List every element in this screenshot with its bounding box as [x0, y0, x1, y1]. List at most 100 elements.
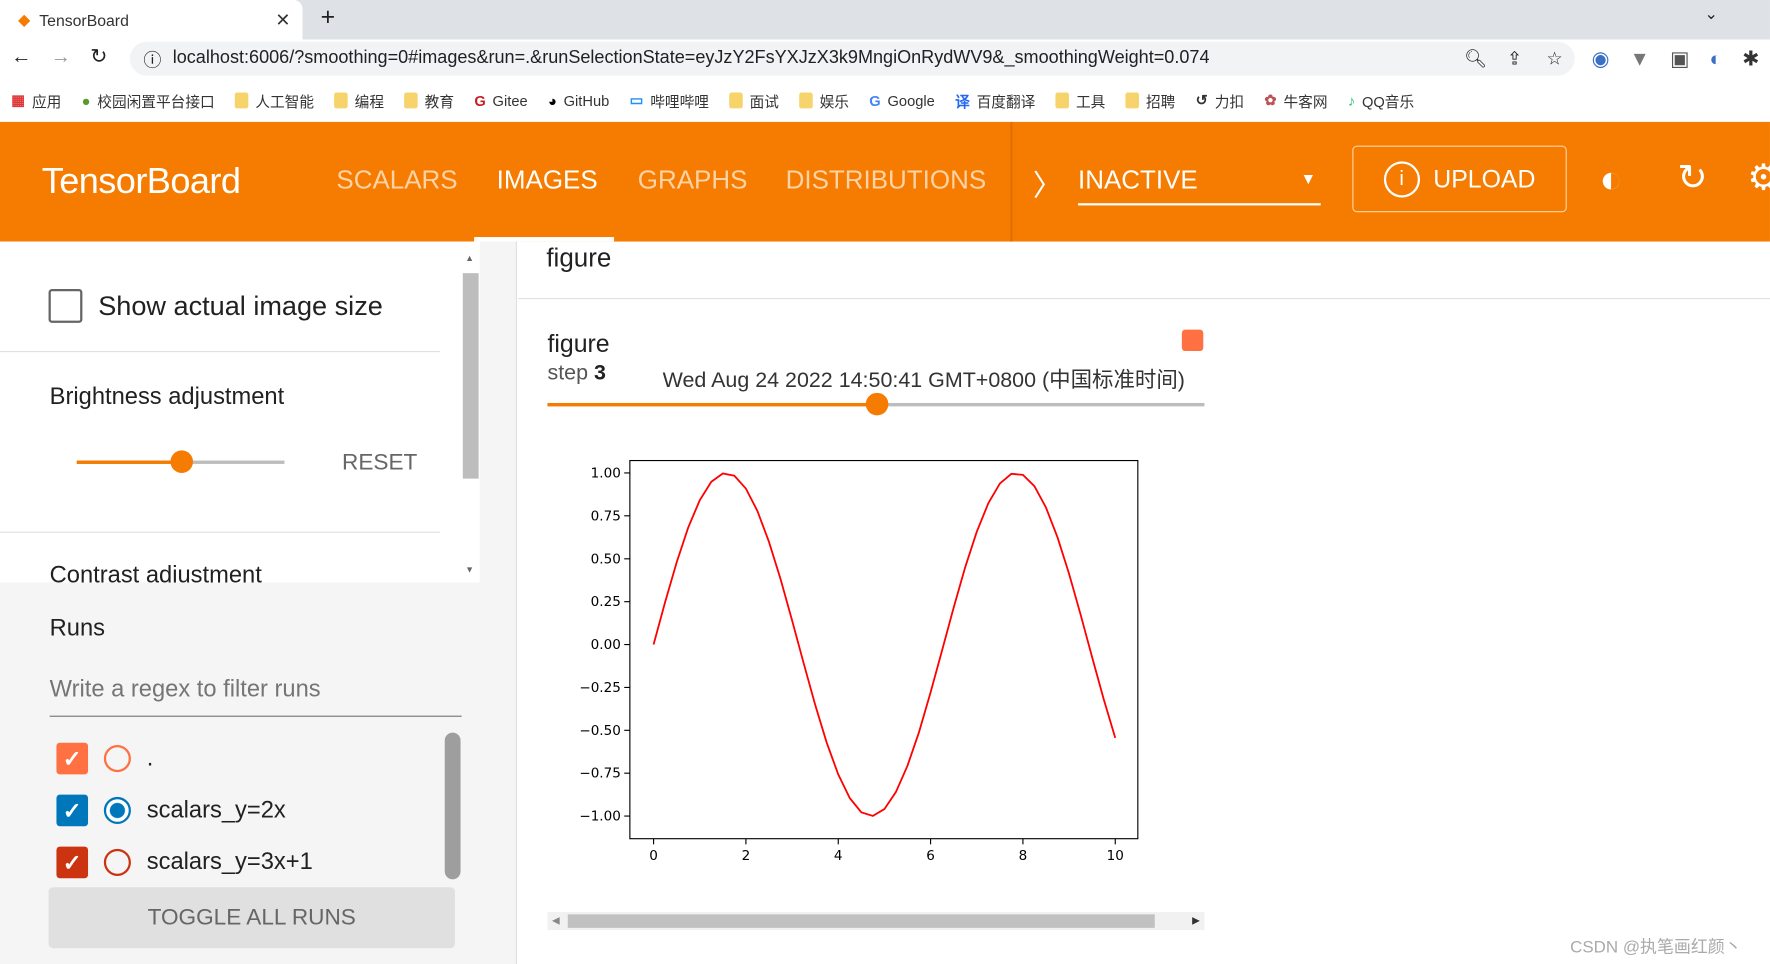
- image-card: figure step 3 Wed Aug 24 2022 14:50:41 G…: [547, 321, 1205, 964]
- bookmark-label: 力扣: [1214, 93, 1245, 111]
- bookmark-item[interactable]: ▦ 应用: [11, 90, 61, 111]
- slider-thumb[interactable]: [170, 450, 194, 473]
- puzzle-icon[interactable]: ✱: [1742, 47, 1759, 71]
- browser-tab[interactable]: ◆ TensorBoard ✕: [0, 0, 303, 40]
- run-filter-input[interactable]: Write a regex to filter runs: [49, 676, 462, 717]
- browser-window: ◆ TensorBoard ✕ + ⌄ ← → ↻ ⓘ localhost:6006/…: [0, 0, 1770, 964]
- watermark: CSDN @执笔画红颜丶: [1570, 938, 1742, 958]
- bookmark-site-icon: ↺: [1195, 91, 1208, 109]
- brightness-theme-icon[interactable]: ◐: [1600, 158, 1623, 202]
- folder-icon: [729, 92, 743, 109]
- x-tick-label: 6: [926, 848, 935, 864]
- show-actual-size-checkbox[interactable]: [48, 288, 83, 323]
- run-checkbox[interactable]: ✓: [56, 742, 89, 775]
- back-icon[interactable]: ←: [11, 45, 31, 69]
- extension-icon[interactable]: ◐: [1710, 47, 1722, 71]
- run-row[interactable]: ✓.: [56, 740, 153, 776]
- bookmark-item[interactable]: 译百度翻译: [955, 90, 1035, 111]
- chevron-right-icon[interactable]: 〉: [1033, 163, 1062, 205]
- run-status-dropdown[interactable]: INACTIVE ▼: [1078, 165, 1321, 206]
- extension-icon[interactable]: ◉: [1592, 47, 1610, 71]
- bookmark-item[interactable]: 工具: [1055, 90, 1105, 111]
- settings-gear-icon[interactable]: ⚙: [1747, 156, 1770, 199]
- divider: [0, 351, 441, 353]
- bookmark-item[interactable]: 编程: [334, 90, 384, 111]
- bookmark-item[interactable]: 教育: [404, 90, 454, 111]
- run-row[interactable]: ✓ scalars_y=2x: [56, 792, 286, 828]
- bookmark-label: Gitee: [492, 91, 528, 109]
- tab-distributions[interactable]: DISTRIBUTIONS: [786, 165, 987, 195]
- bookmark-item[interactable]: 面试: [729, 90, 779, 111]
- share-icon[interactable]: ⇪: [1507, 47, 1522, 70]
- horizontal-scrollbar[interactable]: ◀ ▶: [547, 912, 1205, 931]
- bookmark-item[interactable]: 招聘: [1125, 90, 1176, 111]
- bookmark-star-icon[interactable]: ☆: [1546, 47, 1562, 70]
- scroll-down-icon[interactable]: ▼: [465, 564, 474, 574]
- tab-scalars[interactable]: SCALARS: [336, 165, 457, 195]
- run-radio[interactable]: [103, 796, 131, 825]
- bookmark-item[interactable]: ● 校园闲置平台接口: [82, 90, 215, 111]
- scroll-up-icon[interactable]: ▲: [465, 253, 474, 263]
- run-checkbox[interactable]: ✓: [56, 846, 89, 879]
- run-radio[interactable]: [103, 848, 131, 876]
- bookmark-label: 人工智能: [255, 93, 315, 111]
- bookmark-site-icon: ♪: [1347, 91, 1356, 109]
- reset-button[interactable]: RESET: [342, 450, 417, 476]
- toggle-all-runs-button[interactable]: TOGGLE ALL RUNS: [48, 887, 455, 949]
- forward-icon[interactable]: →: [51, 45, 71, 69]
- zoom-icon[interactable]: 🔍︎: [1464, 47, 1487, 70]
- bookmark-item[interactable]: ↺ 力扣: [1196, 90, 1244, 111]
- extensions: ◉ ▼ ▣ ◐ ✱: [1592, 47, 1760, 71]
- bookmark-item[interactable]: ◕ GitHub: [548, 92, 609, 109]
- y-tick-label: −1.00: [579, 809, 620, 825]
- bookmark-item[interactable]: 人工智能: [235, 90, 314, 111]
- tab-list-icon[interactable]: ⌄: [1704, 5, 1717, 24]
- show-actual-size-label: Show actual image size: [98, 291, 383, 322]
- run-name: scalars_y=2x: [146, 796, 286, 823]
- step-slider-thumb[interactable]: [865, 392, 889, 416]
- bookmark-item[interactable]: ♪ QQ音乐: [1348, 90, 1414, 111]
- step-label: step 3: [547, 361, 605, 386]
- bookmark-label: 娱乐: [819, 93, 849, 111]
- upload-button[interactable]: i UPLOAD: [1352, 145, 1567, 213]
- bookmark-item[interactable]: ✿ 牛客网: [1264, 90, 1327, 111]
- step-slider[interactable]: [547, 392, 1205, 416]
- run-color-badge: [1181, 329, 1204, 352]
- bookmark-item[interactable]: ▭ 哔哩哔哩: [630, 90, 709, 111]
- bookmark-label: 教育: [424, 93, 455, 111]
- extension-icon[interactable]: ▣: [1670, 47, 1689, 71]
- run-radio[interactable]: [103, 745, 131, 773]
- bookmark-item[interactable]: G Gitee: [474, 92, 527, 109]
- run-name: scalars_y=3x+1: [146, 848, 313, 875]
- reload-icon[interactable]: ↻: [90, 45, 107, 69]
- runs-scrollbar[interactable]: [444, 732, 461, 880]
- refresh-icon[interactable]: ↻: [1677, 156, 1707, 199]
- bookmark-label: 牛客网: [1283, 93, 1328, 111]
- info-icon: i: [1383, 160, 1420, 197]
- bookmark-label: 编程: [354, 93, 385, 111]
- bookmark-site-icon: ▭: [629, 91, 644, 109]
- run-checkbox[interactable]: ✓: [56, 794, 89, 827]
- bookmark-item[interactable]: 娱乐: [799, 90, 849, 111]
- bookmark-label: 哔哩哔哩: [650, 93, 709, 111]
- scroll-right-icon[interactable]: ▶: [1192, 914, 1200, 926]
- runs-title: Runs: [49, 615, 106, 642]
- url-text[interactable]: localhost:6006/?smoothing=0#images&run=.…: [173, 49, 1210, 69]
- tab-strip: ◆ TensorBoard ✕ + ⌄: [0, 0, 1770, 40]
- close-tab-icon[interactable]: ✕: [275, 8, 290, 31]
- scrollbar[interactable]: [462, 273, 479, 479]
- scroll-left-icon[interactable]: ◀: [552, 914, 560, 926]
- folder-icon: [799, 92, 813, 109]
- address-bar[interactable]: ⓘ localhost:6006/?smoothing=0#images&run=…: [129, 41, 1575, 76]
- new-tab-icon[interactable]: +: [321, 2, 336, 31]
- tab-images[interactable]: IMAGES: [497, 165, 598, 195]
- tab-title: TensorBoard: [39, 10, 129, 29]
- tab-graphs[interactable]: GRAPHS: [638, 165, 748, 195]
- brightness-slider[interactable]: [76, 450, 285, 473]
- bookmark-item[interactable]: G Google: [869, 92, 935, 109]
- bookmark-label: 招聘: [1145, 93, 1176, 111]
- x-tick-label: 10: [1107, 848, 1124, 864]
- extension-icon[interactable]: ▼: [1630, 47, 1650, 71]
- run-row[interactable]: ✓ scalars_y=3x+1: [56, 844, 313, 880]
- brand-title: TensorBoard: [41, 160, 241, 201]
